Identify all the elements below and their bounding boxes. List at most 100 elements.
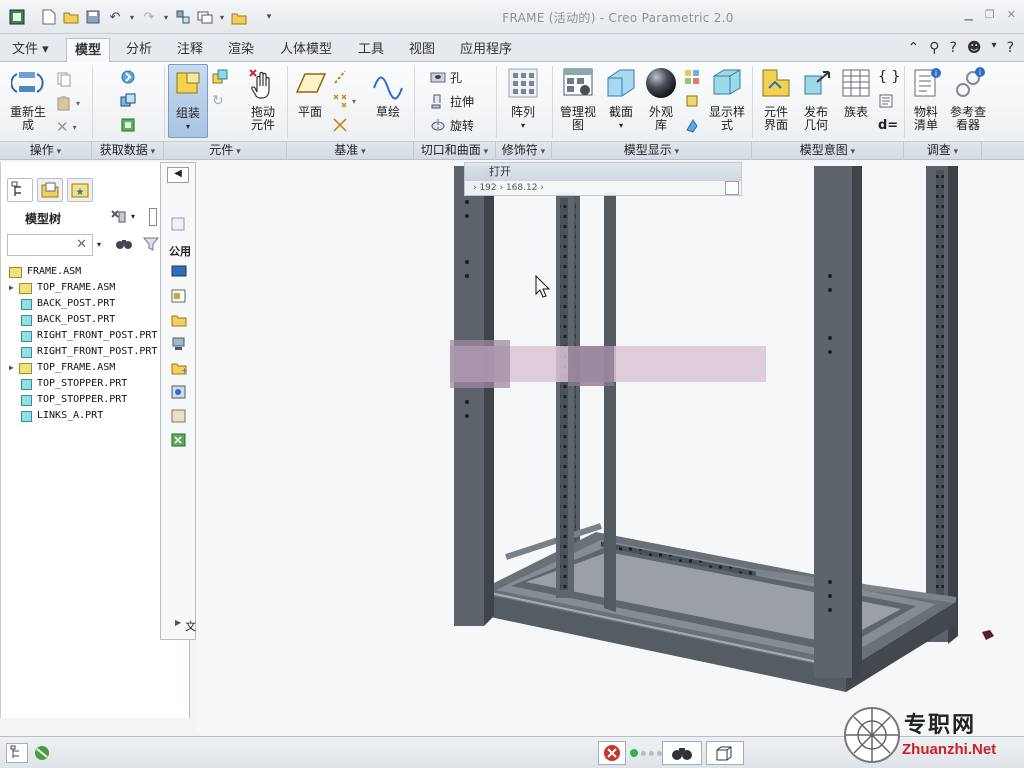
manage-views-button[interactable]: 管理视图	[558, 66, 598, 132]
folder-tree-toggle[interactable]: ▶ 文	[175, 618, 196, 634]
desktop-icon[interactable]	[171, 265, 187, 282]
undo-icon[interactable]: ↶	[106, 8, 124, 26]
minimize-icon[interactable]: ▁	[964, 8, 972, 21]
pattern-dropdown-icon[interactable]: ▾	[504, 119, 542, 132]
group-investigate[interactable]: 调查	[904, 142, 982, 160]
group-operations[interactable]: 操作	[0, 142, 92, 160]
parameters-icon[interactable]	[878, 92, 894, 110]
redo-dropdown-icon[interactable]: ▾	[162, 8, 170, 26]
family-table-button[interactable]: 族表	[838, 66, 874, 119]
undo-dropdown-icon[interactable]: ▾	[128, 8, 136, 26]
create-component-icon[interactable]	[212, 68, 228, 86]
group-model-intent[interactable]: 模型意图	[752, 142, 904, 160]
help-icon[interactable]: ?	[949, 40, 956, 56]
search-icon[interactable]: ⚲	[929, 40, 939, 56]
favorites-folder-icon[interactable]	[171, 385, 187, 402]
clear-search-icon[interactable]: ✕	[76, 237, 87, 252]
group-get-data[interactable]: 获取数据	[92, 142, 164, 160]
network-icon[interactable]	[171, 337, 187, 354]
user-defined-feature-icon[interactable]	[120, 68, 136, 86]
tree-item[interactable]: BACK_POST.PRT	[9, 296, 115, 312]
tab-analysis[interactable]: 分析	[118, 40, 160, 62]
section-dropdown-icon[interactable]: ▾	[602, 119, 640, 132]
copy-geometry-icon[interactable]	[120, 92, 136, 110]
filter-icon[interactable]	[142, 236, 160, 255]
find-binoculars-icon[interactable]	[662, 741, 702, 765]
selection-filter-icon[interactable]	[706, 741, 744, 765]
tree-item[interactable]: LINKS_A.PRT	[9, 408, 103, 424]
component-interface-button[interactable]: 元件界面	[758, 66, 794, 132]
minimize-ribbon-icon[interactable]: ⌃	[907, 40, 919, 56]
documents-icon[interactable]	[171, 289, 187, 306]
close-icon[interactable]: ✕	[1007, 8, 1016, 21]
group-cuts-surfaces[interactable]: 切口和曲面	[414, 142, 496, 160]
favorites-tab[interactable]: ★	[67, 178, 93, 202]
axis-icon[interactable]	[332, 68, 348, 86]
tab-tools[interactable]: 工具	[350, 40, 392, 62]
search-dropdown-icon[interactable]: ▾	[97, 240, 101, 249]
back-arrow-icon[interactable]: ◀	[167, 167, 189, 183]
close-window-icon[interactable]	[230, 8, 248, 26]
group-component[interactable]: 元件	[164, 142, 287, 160]
assemble-button[interactable]: 组装 ▾	[168, 64, 208, 138]
publish-geometry-button[interactable]: 发布几何	[798, 66, 834, 132]
bom-button[interactable]: i 物料清单	[908, 66, 944, 132]
customize-qa-icon[interactable]: ▾	[260, 8, 278, 26]
tree-settings-icon[interactable]	[109, 208, 129, 229]
coordinate-system-icon[interactable]	[332, 116, 348, 134]
tab-manikin[interactable]: 人体模型	[272, 40, 340, 62]
navigator-toggle-icon[interactable]	[6, 743, 28, 763]
drag-component-button[interactable]: 拖动元件	[244, 66, 282, 132]
pattern-button[interactable]: 阵列 ▾	[504, 66, 542, 132]
regenerate-button[interactable]: 重新生成	[8, 66, 48, 132]
hole-button[interactable]: 孔	[430, 68, 462, 86]
open-folder-icon[interactable]	[62, 8, 80, 26]
tab-render[interactable]: 渲染	[220, 40, 262, 62]
shrinkwrap-icon[interactable]	[120, 116, 136, 134]
scene-icon[interactable]	[684, 68, 700, 86]
refresh-icon[interactable]	[725, 181, 739, 195]
redo-icon[interactable]: ↷	[140, 8, 158, 26]
tree-item[interactable]: RIGHT_FRONT_POST.PRT	[9, 344, 157, 360]
repeat-icon[interactable]: ↻	[212, 92, 224, 110]
render-icon[interactable]	[684, 116, 700, 134]
open-dialog-path[interactable]: › 192 › 168.12 ›	[465, 181, 741, 195]
workspace-icon[interactable]	[171, 217, 185, 234]
help-center-icon[interactable]: ?	[1007, 40, 1014, 56]
plane-button[interactable]: 平面	[292, 66, 328, 119]
assemble-dropdown-icon[interactable]: ▾	[169, 120, 207, 133]
app-icon[interactable]	[8, 8, 26, 26]
manikin-library-icon[interactable]: +	[171, 361, 188, 378]
find-icon[interactable]	[115, 236, 133, 255]
display-style-button[interactable]: 显示样式	[706, 66, 748, 132]
appearance-gallery-button[interactable]: 外观库	[642, 66, 680, 132]
tree-settings-dropdown-icon[interactable]: ▾	[131, 212, 135, 221]
tab-applications[interactable]: 应用程序	[452, 40, 520, 62]
windows-icon[interactable]	[196, 8, 214, 26]
folder-browser-tab[interactable]	[37, 178, 63, 202]
tree-item[interactable]: TOP_STOPPER.PRT	[9, 392, 127, 408]
tab-annotate[interactable]: 注释	[169, 40, 211, 62]
reference-viewer-button[interactable]: i 参考查看器	[946, 66, 990, 132]
working-dir-icon[interactable]	[171, 313, 187, 330]
stop-regen-icon[interactable]	[598, 741, 626, 765]
model-tree-tab[interactable]	[7, 178, 33, 202]
new-file-icon[interactable]	[40, 8, 58, 26]
paste-icon[interactable]: ▾	[56, 94, 80, 112]
extrude-button[interactable]: 拉伸	[430, 92, 474, 110]
revolve-button[interactable]: 旋转	[430, 116, 474, 134]
expand-arrow-icon[interactable]: ▶	[9, 360, 19, 376]
tree-item[interactable]: ▶ TOP_FRAME.ASM	[9, 360, 115, 376]
delete-icon[interactable]: ✕ ▾	[56, 118, 77, 136]
system-folder-icon[interactable]	[171, 409, 187, 426]
open-dialog-fragment[interactable]: 打开 › 192 › 168.12 ›	[464, 162, 742, 196]
help-dropdown-icon[interactable]: ▾	[992, 40, 997, 56]
copy-icon[interactable]	[56, 70, 72, 88]
point-icon[interactable]: ▾	[332, 92, 356, 110]
group-model-display[interactable]: 模型显示	[552, 142, 752, 160]
perspective-icon[interactable]	[684, 92, 700, 110]
tree-item-root[interactable]: FRAME.ASM	[9, 264, 81, 280]
regenerate-icon[interactable]	[174, 8, 192, 26]
community-icon[interactable]: ☻	[967, 40, 982, 56]
section-button[interactable]: 截面 ▾	[602, 66, 640, 132]
